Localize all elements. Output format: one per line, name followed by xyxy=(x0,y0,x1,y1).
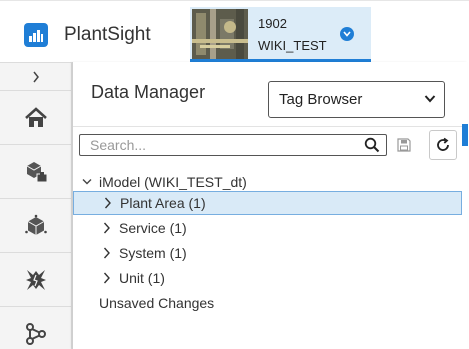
project-name: WIKI_TEST xyxy=(258,38,327,53)
tree-item-label: Unit (1) xyxy=(119,270,165,286)
search-box xyxy=(79,134,387,156)
unsaved-changes-node[interactable]: Unsaved Changes xyxy=(99,291,379,315)
refresh-button[interactable] xyxy=(429,130,457,160)
save-icon xyxy=(397,138,411,152)
tree-root-label: iModel (WIKI_TEST_dt) xyxy=(99,174,247,190)
save-button[interactable] xyxy=(391,130,417,160)
plantsight-logo-icon[interactable] xyxy=(24,23,48,47)
chevron-down-icon[interactable] xyxy=(340,27,354,41)
unsaved-changes-label: Unsaved Changes xyxy=(99,295,215,311)
nav-home[interactable] xyxy=(0,91,72,145)
tree-item-label: System (1) xyxy=(119,245,187,261)
project-thumbnail xyxy=(192,9,248,59)
browser-type-select[interactable]: Tag Browser xyxy=(268,81,445,118)
chevron-right-icon[interactable] xyxy=(101,272,113,284)
tree-item-unit[interactable]: Unit (1) xyxy=(101,266,381,290)
tree-item-plant-area[interactable]: Plant Area (1) xyxy=(73,191,462,215)
browser-type-value: Tag Browser xyxy=(279,91,363,108)
chevron-right-icon[interactable] xyxy=(102,197,114,209)
3d-model-icon xyxy=(25,214,47,235)
nav-3d-model[interactable] xyxy=(0,199,72,253)
nav-breach[interactable] xyxy=(0,253,72,307)
nav-network[interactable] xyxy=(0,307,72,349)
expand-nav-button[interactable] xyxy=(0,63,72,91)
scrollbar[interactable] xyxy=(462,124,468,146)
app-header: PlantSight 1902 WIKI_TEST xyxy=(0,0,469,62)
project-selector[interactable]: 1902 WIKI_TEST xyxy=(190,7,371,62)
chevron-right-icon[interactable] xyxy=(101,222,113,234)
panel-title: Data Manager xyxy=(91,82,206,102)
project-code: 1902 xyxy=(258,16,287,31)
tree-item-service[interactable]: Service (1) xyxy=(101,216,381,240)
divider xyxy=(73,126,468,127)
refresh-icon xyxy=(437,137,449,151)
nav-components[interactable] xyxy=(0,145,72,199)
tree-item-label: Plant Area (1) xyxy=(120,195,206,211)
chevron-right-icon[interactable] xyxy=(101,247,113,259)
data-manager-panel: Data Manager Tag Browser iModel (WIKI_ xyxy=(72,62,468,349)
search-icon[interactable] xyxy=(364,137,380,153)
network-icon xyxy=(26,322,46,345)
tree-item-label: Service (1) xyxy=(119,220,187,236)
tree-item-system[interactable]: System (1) xyxy=(101,241,381,265)
home-icon xyxy=(25,106,47,127)
chevron-right-icon xyxy=(33,71,39,82)
chevron-down-icon[interactable] xyxy=(81,176,93,188)
app-title: PlantSight xyxy=(64,24,151,45)
chevron-down-icon xyxy=(424,95,436,103)
breach-icon xyxy=(26,269,46,290)
left-nav xyxy=(0,62,72,349)
components-icon xyxy=(26,161,48,182)
search-input[interactable] xyxy=(80,135,360,155)
